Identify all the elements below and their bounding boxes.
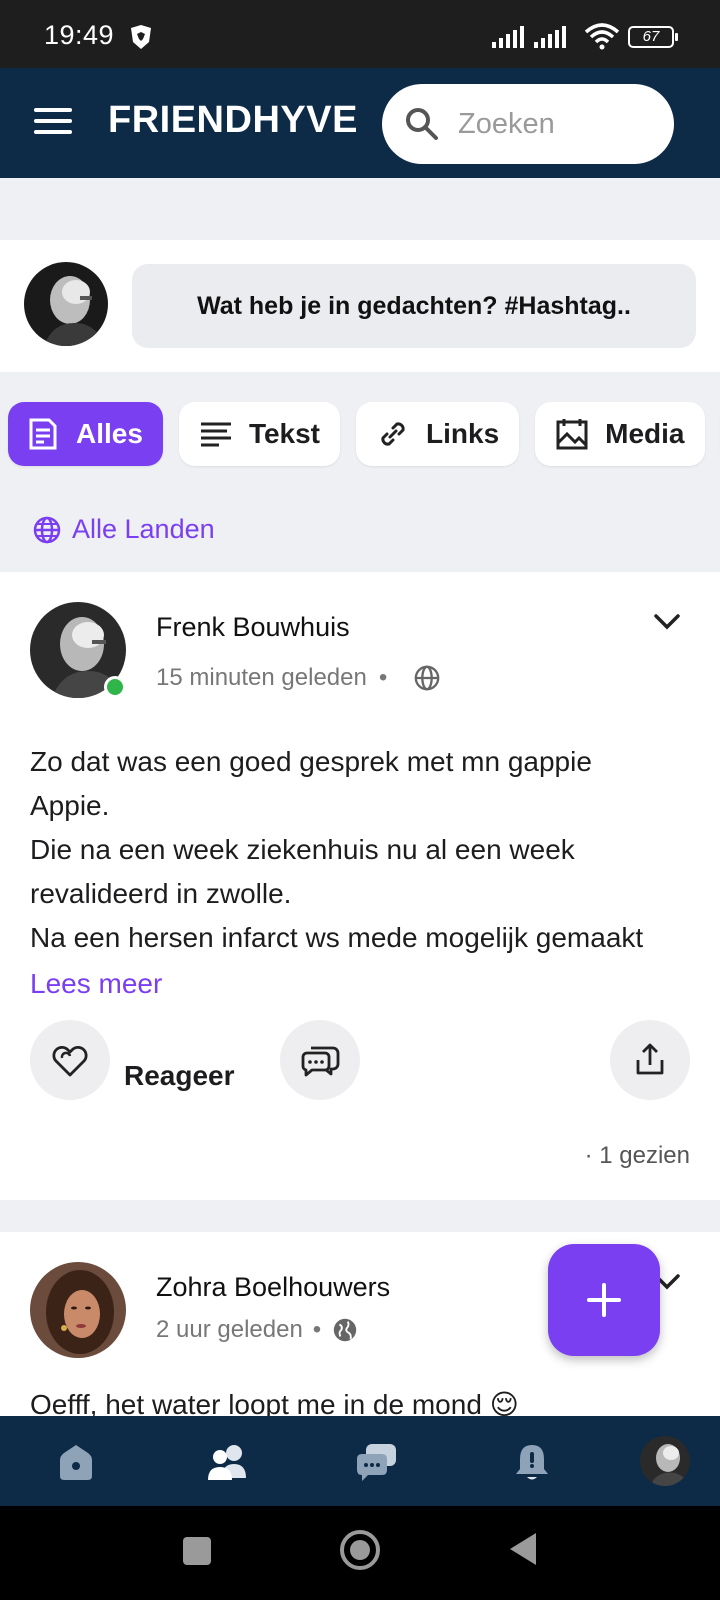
filter-label: Links	[426, 418, 500, 449]
meta-separator: •	[312, 1316, 322, 1343]
back-icon[interactable]	[506, 1530, 540, 1568]
status-bar: 19:49 67	[0, 0, 720, 68]
react-button[interactable]	[30, 1020, 110, 1100]
globe-icon	[334, 1318, 357, 1342]
post-line: Die na een week ziekenhuis nu al een wee…	[30, 834, 575, 865]
filter-label: Tekst	[248, 418, 321, 449]
author-name[interactable]: Zohra Boelhouwers	[156, 1272, 390, 1303]
status-time: 19:49	[44, 20, 115, 50]
system-navigation	[0, 1506, 720, 1600]
post-time: 15 minuten geleden	[156, 664, 367, 691]
chat-icon	[357, 1444, 396, 1481]
signal-icon-2	[534, 26, 566, 48]
meta-separator: •	[378, 664, 388, 691]
avatar[interactable]	[24, 262, 108, 346]
friends-icon	[208, 1445, 246, 1480]
media-icon	[556, 419, 588, 450]
nav-notifications[interactable]	[508, 1438, 556, 1486]
post-card: Frenk Bouwhuis 15 minuten geleden • Zo d…	[0, 572, 720, 1200]
author-avatar[interactable]	[30, 1262, 126, 1358]
comments-icon	[301, 1046, 340, 1077]
text-lines-icon	[200, 422, 231, 447]
comment-button[interactable]	[280, 1020, 360, 1100]
document-icon	[29, 418, 57, 450]
countries-filter[interactable]: Alle Landen	[32, 514, 215, 545]
app-header: FRIENDHYVE	[0, 68, 720, 178]
post-body: Zo dat was een goed gesprek met mn gappi…	[30, 740, 700, 960]
recent-apps-icon[interactable]	[180, 1534, 214, 1568]
react-label[interactable]: Reageer	[124, 1060, 235, 1092]
filter-label: Alles	[76, 418, 143, 449]
nav-home[interactable]	[52, 1438, 100, 1486]
create-post-button[interactable]	[548, 1244, 660, 1356]
search-input[interactable]	[458, 102, 658, 146]
nav-messages[interactable]	[352, 1438, 400, 1486]
view-count: · 1 gezien	[584, 1142, 690, 1169]
post-body: Oefff, het water loopt me in de mond 😌	[30, 1389, 519, 1416]
brave-shield-icon	[131, 25, 151, 49]
home-circle-icon[interactable]	[338, 1528, 382, 1572]
menu-button[interactable]	[34, 108, 72, 138]
post-meta: 2 uur geleden •	[156, 1316, 359, 1344]
nav-friends[interactable]	[204, 1438, 252, 1486]
countries-label: Alle Landen	[72, 514, 215, 544]
filter-chip-media[interactable]: Media	[535, 402, 705, 466]
link-icon	[381, 422, 405, 446]
wifi-icon	[584, 23, 620, 50]
composer-input[interactable]: Wat heb je in gedachten? #Hashtag..	[132, 264, 696, 348]
post-meta: 15 minuten geleden •	[156, 664, 441, 692]
plus-icon	[587, 1283, 621, 1317]
bottom-navigation	[0, 1416, 720, 1506]
search-bar[interactable]	[382, 84, 674, 164]
post-line: revalideerd in zwolle.	[30, 878, 292, 909]
share-button[interactable]	[610, 1020, 690, 1100]
search-icon	[406, 108, 438, 140]
post-type-filters: Alles Tekst Links Media	[8, 402, 720, 466]
filter-label: Media	[605, 418, 685, 449]
battery-indicator: 67	[628, 26, 678, 48]
signal-icon	[492, 26, 524, 48]
online-indicator	[104, 676, 126, 698]
heart-icon	[52, 1045, 88, 1077]
app-title: FRIENDHYVE	[108, 99, 358, 141]
post-line: Zo dat was een goed gesprek met mn gappi…	[30, 746, 592, 777]
filter-chip-tekst[interactable]: Tekst	[178, 402, 341, 466]
globe-icon	[414, 665, 440, 691]
post-composer: Wat heb je in gedachten? #Hashtag..	[0, 240, 720, 372]
post-time: 2 uur geleden	[156, 1316, 303, 1343]
globe-icon	[33, 516, 61, 543]
home-icon	[60, 1445, 92, 1480]
filter-chip-links[interactable]: Links	[356, 402, 520, 466]
nav-profile-avatar[interactable]	[640, 1436, 690, 1486]
filter-chip-alles[interactable]: Alles	[8, 402, 163, 466]
bell-icon	[516, 1445, 548, 1480]
read-more-link[interactable]: Lees meer	[30, 968, 162, 1000]
share-icon	[636, 1043, 664, 1075]
chevron-down-icon[interactable]	[652, 612, 682, 632]
author-name[interactable]: Frenk Bouwhuis	[156, 612, 350, 643]
post-line: Appie.	[30, 790, 110, 821]
post-line: Na een hersen infarct ws mede mogelijk g…	[30, 922, 644, 953]
